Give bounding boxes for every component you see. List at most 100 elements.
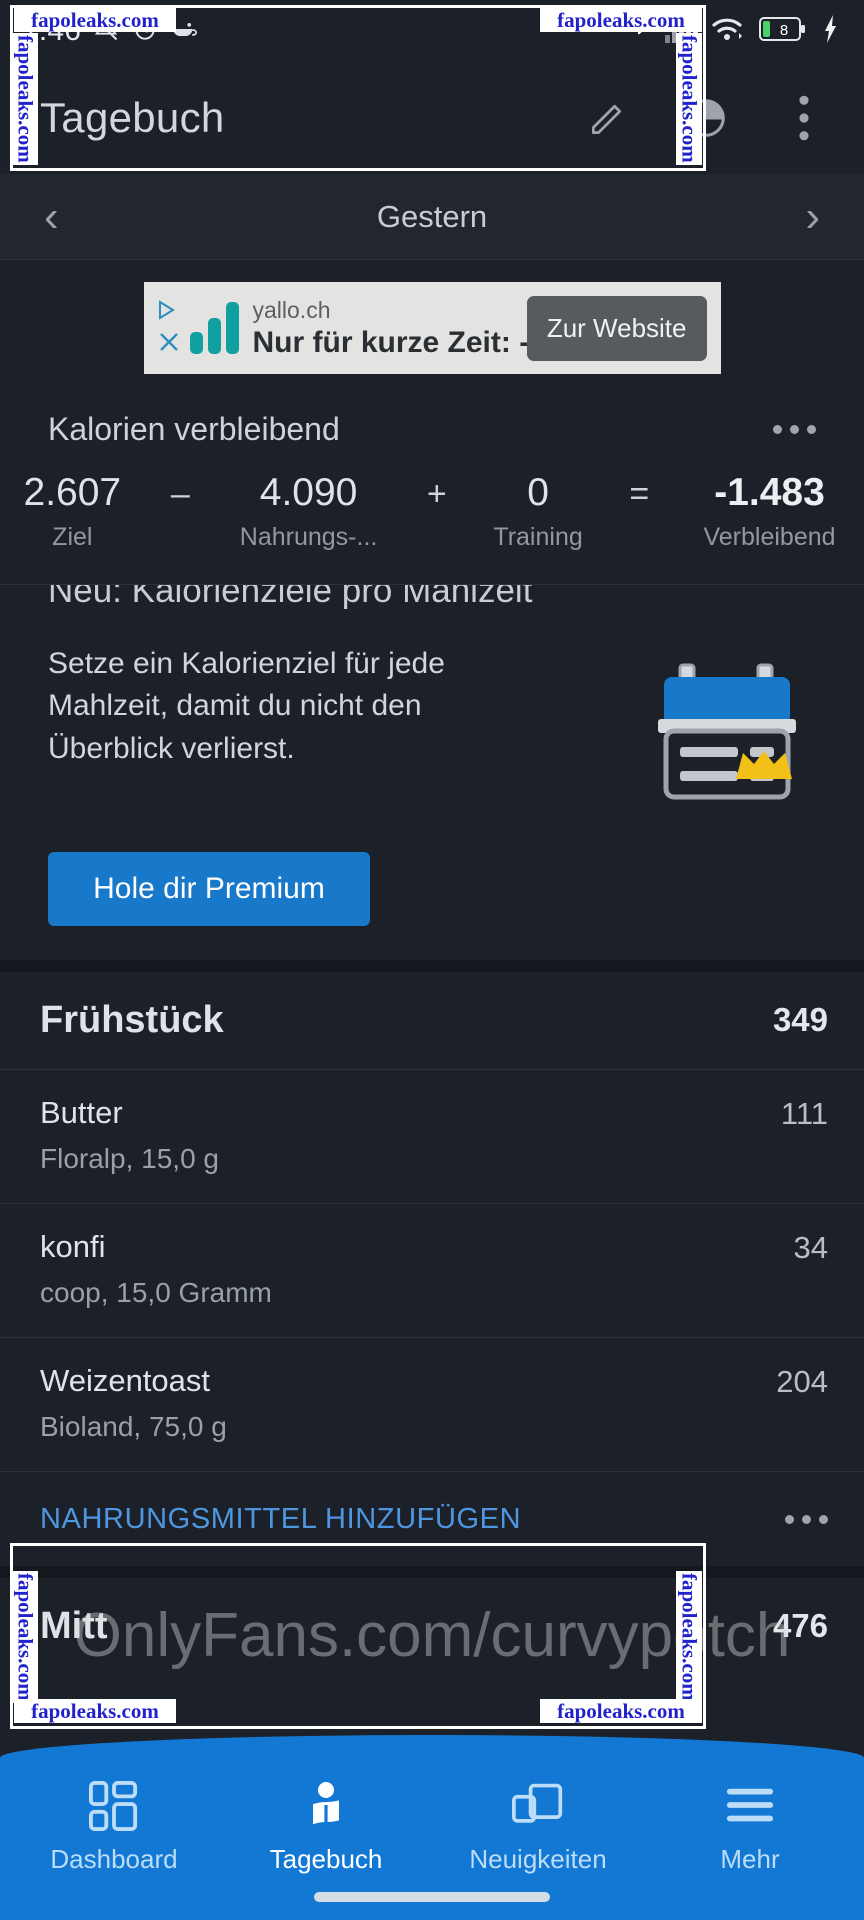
calories-food-label: Nahrungs-...	[239, 522, 378, 551]
calories-operator-equals: =	[629, 475, 650, 513]
calories-goal-value-col: 2.607	[0, 471, 145, 515]
date-navigation: ‹ Gestern ›	[0, 174, 864, 260]
nav-label: Neuigkeiten	[469, 1844, 607, 1874]
diary-book-icon	[300, 1778, 352, 1834]
calories-operator-minus: –	[170, 475, 190, 513]
food-item-text: Weizentoast Bioland, 75,0 g	[40, 1362, 776, 1445]
food-item-calories: 111	[780, 1095, 828, 1131]
food-item[interactable]: Butter Floralp, 15,0 g 111	[0, 1070, 864, 1205]
alarm-clock-icon	[131, 15, 159, 48]
signal-bars-icon	[665, 14, 699, 48]
bell-muted-icon	[92, 15, 120, 48]
meal-overflow-dots-icon[interactable]	[785, 1514, 828, 1524]
add-food-row[interactable]: NAHRUNGSMITTEL HINZUFÜGEN	[0, 1472, 864, 1566]
food-item[interactable]: Weizentoast Bioland, 75,0 g 204	[0, 1338, 864, 1473]
promo-title: Neu: Kalorienziele pro Mahlzeit	[48, 583, 533, 609]
calories-equation: 2.607 – 4.090 + 0 = -1.483	[0, 458, 864, 519]
bluetooth-icon	[626, 14, 652, 49]
dashboard-grid-icon	[89, 1778, 139, 1834]
calories-remaining-value: -1.483	[714, 471, 825, 514]
wifi-icon	[712, 15, 746, 48]
bottom-nav-items: Dashboard Tagebuch Neuigkeiten Mehr	[0, 1735, 864, 1875]
section-divider	[0, 1566, 864, 1579]
adchoices-icon[interactable]	[157, 299, 181, 326]
meal-header[interactable]: Frühstück 349	[0, 972, 864, 1070]
close-icon[interactable]	[158, 331, 180, 358]
calories-labels: Ziel Nahrungs-... Training Verbleibend	[0, 519, 864, 580]
food-item-detail: coop, 15,0 Gramm	[40, 1276, 272, 1308]
coffee-icon	[170, 15, 198, 48]
status-bar-right: 8	[626, 14, 842, 49]
food-item[interactable]: konfi coop, 15,0 Gramm 34	[0, 1204, 864, 1339]
watermark-site: fapoleaks.com	[14, 1699, 176, 1723]
svg-text:8: 8	[780, 22, 788, 39]
edit-pencil-icon[interactable]	[582, 92, 634, 144]
calories-goal-label: Ziel	[52, 522, 93, 551]
watermark-site: fapoleaks.com	[540, 1699, 702, 1723]
premium-promo-card[interactable]: Neu: Kalorienziele pro Mahlzeit Setze ei…	[0, 583, 864, 960]
nav-item-dashboard[interactable]: Dashboard	[19, 1778, 209, 1875]
ad-cta-button[interactable]: Zur Website	[526, 295, 707, 361]
meal-section-breakfast: Frühstück 349 Butter Floralp, 15,0 g 111…	[0, 971, 864, 1567]
nav-label: Mehr	[720, 1844, 780, 1874]
add-food-link[interactable]: NAHRUNGSMITTEL HINZUFÜGEN	[40, 1503, 521, 1536]
section-divider	[0, 959, 864, 972]
nav-label: Dashboard	[50, 1844, 178, 1874]
get-premium-button[interactable]: Hole dir Premium	[48, 851, 370, 926]
calories-title: Kalorien verbleibend	[48, 410, 340, 447]
meal-calories: 476	[772, 1607, 828, 1645]
food-item-text: Butter Floralp, 15,0 g	[40, 1094, 781, 1177]
calories-goal-value: 2.607	[23, 471, 122, 514]
current-date-label: Gestern	[376, 198, 488, 234]
ad-bars-logo-icon	[189, 302, 239, 354]
calories-exercise-value-col: 0	[473, 471, 604, 515]
bottom-navigation: Dashboard Tagebuch Neuigkeiten Mehr	[0, 1735, 864, 1920]
meal-name: Mitt	[40, 1604, 108, 1647]
meal-section-lunch[interactable]: Mitt 476	[0, 1578, 864, 1675]
pie-chart-icon[interactable]	[680, 92, 732, 144]
food-item-name: konfi	[40, 1229, 106, 1265]
food-item-detail: Bioland, 75,0 g	[40, 1410, 227, 1442]
promo-description: Setze ein Kalorienziel für jede Mahlzeit…	[48, 646, 445, 766]
food-item-calories: 34	[793, 1230, 828, 1266]
overflow-menu-icon[interactable]	[778, 92, 830, 144]
food-item-text: konfi coop, 15,0 Gramm	[40, 1228, 794, 1311]
calories-food-value-col: 4.090	[216, 471, 401, 515]
battery-icon: 8	[759, 16, 807, 47]
app-bar: Tagebuch	[0, 62, 864, 174]
charging-bolt-icon	[820, 14, 842, 48]
calories-remaining-value-col: -1.483	[675, 471, 864, 515]
app-screen: 1:46 8 Tagebuch ‹ Gestern › yallo.ch Nur…	[0, 0, 864, 1920]
calories-summary: Kalorien verbleibend 2.607 – 4.090 + 0 =…	[0, 390, 864, 584]
status-time: 1:46	[22, 14, 82, 47]
ad-controls	[154, 299, 184, 358]
app-bar-actions	[582, 92, 830, 144]
nav-item-tagebuch[interactable]: Tagebuch	[231, 1778, 421, 1875]
nav-label: Tagebuch	[269, 1844, 383, 1874]
calories-exercise-value: 0	[527, 471, 549, 514]
food-item-name: Weizentoast	[40, 1363, 211, 1399]
calories-exercise-label: Training	[493, 522, 583, 551]
meal-name: Frühstück	[40, 998, 224, 1041]
page-title: Tagebuch	[40, 94, 225, 141]
next-day-button[interactable]: ›	[805, 194, 820, 239]
previous-day-button[interactable]: ‹	[44, 194, 59, 239]
food-item-detail: Floralp, 15,0 g	[40, 1142, 219, 1174]
advertisement-container: yallo.ch Nur für kurze Zeit: -57% Zur We…	[0, 260, 864, 390]
overflow-dots-icon[interactable]	[773, 424, 816, 434]
calories-remaining-label: Verbleibend	[703, 522, 836, 551]
calories-operator-plus: +	[426, 475, 447, 513]
ad-banner[interactable]: yallo.ch Nur für kurze Zeit: -57% Zur We…	[143, 282, 721, 374]
meal-calories: 349	[772, 1001, 828, 1039]
promo-body: Setze ein Kalorienziel für jede Mahlzeit…	[0, 609, 864, 810]
ad-headline: Nur für kurze Zeit: -57%	[252, 325, 590, 359]
ad-text: yallo.ch Nur für kurze Zeit: -57%	[252, 296, 590, 360]
home-indicator[interactable]	[314, 1892, 550, 1902]
calories-header: Kalorien verbleibend	[0, 400, 864, 458]
status-bar: 1:46 8	[0, 0, 864, 62]
premium-calendar-crown-icon	[654, 653, 804, 810]
menu-lines-icon	[725, 1778, 775, 1834]
ad-domain: yallo.ch	[252, 296, 331, 323]
nav-item-neuigkeiten[interactable]: Neuigkeiten	[443, 1778, 633, 1875]
nav-item-mehr[interactable]: Mehr	[655, 1778, 845, 1875]
